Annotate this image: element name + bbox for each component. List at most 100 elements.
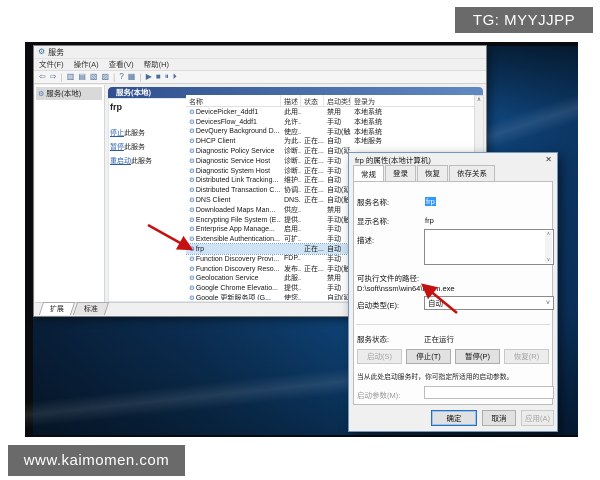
services-window-title: 服务 (48, 47, 64, 58)
apply-button: 应用(A) (521, 410, 554, 426)
ok-button[interactable]: 确定 (431, 410, 477, 426)
frp-properties-dialog: frp 的属性(本地计算机) ✕ 常规登录恢复依存关系 服务名称: frp 显示… (348, 152, 558, 432)
service-status-label: 服务状态: (357, 334, 389, 345)
toolbar: ⇦⇨|▥▤▧▨|?▦|▶■⏸⏵ (34, 70, 486, 84)
sort-ascending-icon: ˆ (236, 95, 238, 101)
cell-name: ⚙Distributed Transaction C... (186, 186, 281, 194)
table-row[interactable]: ⚙DevicePicker_4ddf1此用...禁用本地系统 (186, 107, 476, 117)
close-icon[interactable]: ✕ (545, 155, 552, 164)
cell-status: 正在... (301, 244, 324, 254)
cell-desc: 允许... (281, 117, 301, 127)
service-link-action[interactable]: 停止 (110, 130, 124, 137)
console-tree-icon[interactable]: ▥ (67, 73, 75, 81)
dialog-tabs: 常规登录恢复依存关系 (353, 168, 553, 181)
view-tab-扩展[interactable]: 扩展 (39, 302, 75, 315)
column-header[interactable]: 登录为 (351, 95, 476, 106)
stop-service-icon[interactable]: ■ (156, 73, 161, 81)
cell-status: 正在... (301, 146, 324, 156)
service-link-suffix: 此服务 (131, 158, 152, 165)
menu-item[interactable]: 文件(F) (39, 59, 64, 70)
scroll-up-icon[interactable]: ∧ (547, 231, 551, 237)
cell-name: ⚙Downloaded Maps Man... (186, 206, 281, 214)
tree-item-services-local[interactable]: ⚙ 服务(本地) (36, 87, 102, 100)
startup-params-input[interactable] (424, 386, 554, 399)
menu-item[interactable]: 帮助(H) (144, 59, 169, 70)
cancel-button[interactable]: 取消 (482, 410, 516, 426)
cell-desc: 为此... (281, 136, 301, 146)
service-icon: ⚙ (189, 246, 195, 253)
tab-常规[interactable]: 常规 (353, 165, 384, 182)
table-row[interactable]: ⚙DHCP Client为此...正在...自动本地服务 (186, 136, 476, 146)
view-tab-标准[interactable]: 标准 (73, 302, 109, 315)
start-button: 启动(S) (357, 349, 402, 364)
cell-name: ⚙Geolocation Service (186, 274, 281, 282)
cell-desc: 诊断... (281, 166, 301, 176)
watermark-top-text: TG: MYYJJPP (473, 12, 575, 29)
help-icon[interactable]: ? (119, 73, 123, 81)
desktop: ⚙ 服务 文件(F)操作(A)查看(V)帮助(H) ⇦⇨|▥▤▧▨|?▦|▶■⏸… (25, 42, 578, 437)
description-icon[interactable]: ▦ (128, 73, 136, 81)
column-header[interactable]: 名称ˆ (186, 95, 281, 106)
column-header[interactable]: 启动类型 (324, 95, 351, 106)
service-icon: ⚙ (189, 109, 195, 116)
divider (356, 324, 550, 325)
start-service-icon[interactable]: ▶ (146, 73, 152, 81)
toolbar-separator: | (139, 72, 141, 82)
service-icon: ⚙ (189, 295, 195, 300)
service-link-action[interactable]: 重启动 (110, 158, 131, 165)
back-icon[interactable]: ⇦ (39, 73, 46, 81)
view-tab-label: 扩展 (50, 304, 64, 314)
tab-登录[interactable]: 登录 (385, 165, 416, 181)
stop-button[interactable]: 停止(T) (406, 349, 451, 364)
cell-status: 正在... (301, 166, 324, 176)
cell-desc: 维护... (281, 175, 301, 185)
export-list-icon[interactable]: ▧ (90, 73, 98, 81)
cell-name: ⚙Function Discovery Reso... (186, 265, 281, 273)
cell-logon: 本地系统 (351, 107, 476, 117)
service-link-action[interactable]: 暂停 (110, 144, 124, 151)
services-titlebar[interactable]: ⚙ 服务 (34, 46, 486, 59)
scroll-down-icon[interactable]: ∨ (547, 257, 551, 263)
cell-desc: FDP... (281, 255, 301, 262)
column-header[interactable]: 状态 (301, 95, 324, 106)
pause-button[interactable]: 暂停(P) (455, 349, 500, 364)
pause-service-icon[interactable]: ⏸ (165, 73, 169, 81)
cell-startup: 手动 (324, 254, 351, 264)
service-icon: ⚙ (189, 177, 195, 184)
description-field[interactable]: ∧ ∨ (424, 229, 554, 265)
forward-icon[interactable]: ⇨ (50, 73, 57, 81)
column-header[interactable]: 描述 (281, 95, 301, 106)
table-row[interactable]: ⚙DevQuery Background D...使应...手动(触发...本地… (186, 127, 476, 137)
cell-name: ⚙DevQuery Background D... (186, 127, 281, 135)
service-icon: ⚙ (189, 168, 195, 175)
table-row[interactable]: ⚙DevicesFlow_4ddf1允许...手动本地系统 (186, 117, 476, 127)
service-icon: ⚙ (189, 275, 195, 282)
cell-name: ⚙frp (186, 245, 281, 253)
restart-service-icon[interactable]: ⏵ (173, 73, 177, 81)
cell-startup: 手动 (324, 283, 351, 293)
toolbar-separator: | (113, 72, 115, 82)
tab-依存关系[interactable]: 依存关系 (449, 165, 495, 181)
service-icon: ⚙ (189, 256, 195, 263)
service-action-link[interactable]: 停止此服务 (110, 128, 186, 138)
properties-icon[interactable]: ▤ (78, 73, 86, 81)
refresh-icon[interactable]: ▨ (101, 73, 109, 81)
exe-path-value: D:\soft\nssm\win64\nssm.exe (357, 284, 455, 293)
menu-item[interactable]: 操作(A) (74, 59, 99, 70)
console-tree-pane: ⚙ 服务(本地) (35, 85, 105, 302)
cell-status: 正在... (301, 185, 324, 195)
toolbar-separator: | (60, 72, 62, 82)
cell-name: ⚙DevicePicker_4ddf1 (186, 108, 281, 116)
service-action-link[interactable]: 重启动此服务 (110, 156, 186, 166)
service-action-link[interactable]: 暂停此服务 (110, 142, 186, 152)
tab-恢复[interactable]: 恢复 (417, 165, 448, 181)
cell-name: ⚙Distributed Link Tracking... (186, 176, 281, 184)
cell-startup: 自动(触发 (324, 195, 351, 205)
textarea-scrollbar[interactable]: ∧ ∨ (545, 231, 552, 263)
cell-name: ⚙Extensible Authentication... (186, 235, 281, 243)
menu-item[interactable]: 查看(V) (109, 59, 134, 70)
startup-type-dropdown[interactable]: 自动 ˅ (424, 296, 554, 310)
cell-name: ⚙Google 更新服务项 (G... (186, 293, 281, 300)
watermark-top: TG: MYYJJPP (455, 7, 593, 33)
scroll-up-icon[interactable]: ∧ (475, 96, 483, 105)
